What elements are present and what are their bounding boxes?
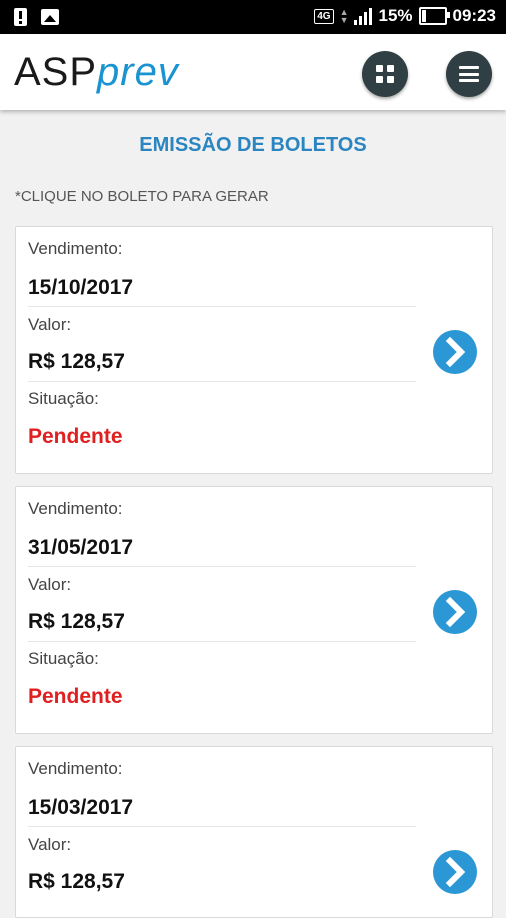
- amount-value: R$ 128,57: [28, 350, 125, 373]
- apps-grid-button[interactable]: [362, 51, 408, 97]
- chevron-right-icon: [445, 856, 466, 888]
- open-boleto-button[interactable]: [433, 330, 477, 374]
- status-bar: 4G ▲ ▼ 15% 09:23: [0, 0, 506, 34]
- app-header: ASPprev: [0, 34, 506, 110]
- status-label: Situação:: [28, 389, 99, 408]
- status-value: Pendente: [28, 425, 123, 448]
- menu-button[interactable]: [446, 51, 492, 97]
- hint-text: *CLIQUE NO BOLETO PARA GERAR: [15, 188, 269, 205]
- amount-value: R$ 128,57: [28, 870, 125, 893]
- battery-percent: 15%: [378, 6, 413, 25]
- boleto-card[interactable]: Vendimento: 31/05/2017 Valor: R$ 128,57 …: [15, 486, 493, 734]
- signal-icon: [354, 7, 373, 25]
- chevron-right-icon: [445, 336, 466, 368]
- clock: 09:23: [452, 6, 496, 25]
- boleto-card[interactable]: Vendimento: 15/03/2017 Valor: R$ 128,57: [15, 746, 493, 918]
- page-title: EMISSÃO DE BOLETOS: [139, 134, 367, 156]
- due-date-label: Vendimento:: [28, 239, 123, 258]
- amount-label: Valor:: [28, 835, 72, 854]
- chevron-right-icon: [445, 596, 466, 628]
- divider: [28, 641, 416, 642]
- status-value: Pendente: [28, 685, 123, 708]
- due-date-value: 15/10/2017: [28, 276, 134, 299]
- open-boleto-button[interactable]: [433, 590, 477, 634]
- due-date-value: 15/03/2017: [28, 796, 134, 819]
- due-date-value: 31/05/2017: [28, 536, 134, 559]
- data-activity-icon: ▲ ▼: [339, 7, 349, 25]
- due-date-label: Vendimento:: [28, 499, 123, 518]
- boleto-card[interactable]: Vendimento: 15/10/2017 Valor: R$ 128,57 …: [15, 226, 493, 474]
- amount-label: Valor:: [28, 315, 72, 334]
- divider: [28, 826, 416, 827]
- amount-label: Valor:: [28, 575, 72, 594]
- amount-value: R$ 128,57: [28, 610, 125, 633]
- divider: [28, 381, 416, 382]
- divider: [28, 306, 416, 307]
- status-label: Situação:: [28, 649, 99, 668]
- battery-icon: [418, 7, 450, 25]
- app-logo: ASPprev: [14, 50, 179, 94]
- image-notification-icon: [41, 9, 59, 25]
- network-type: 4G: [314, 8, 334, 24]
- due-date-label: Vendimento:: [28, 759, 123, 778]
- alert-notification-icon: [14, 8, 27, 26]
- divider: [28, 566, 416, 567]
- open-boleto-button[interactable]: [433, 850, 477, 894]
